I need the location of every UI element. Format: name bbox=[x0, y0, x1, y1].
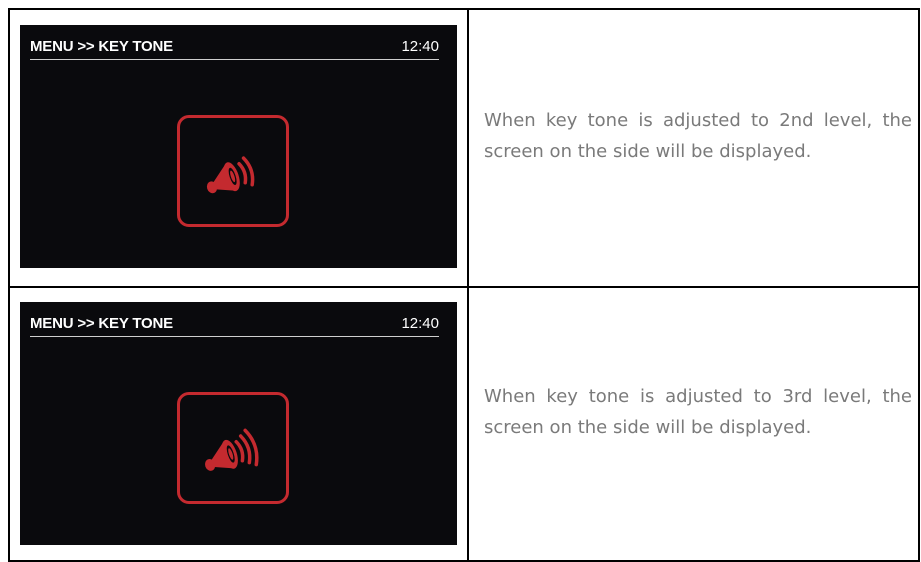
description-text: When key tone is adjusted to 2nd level, … bbox=[484, 110, 912, 162]
screen-title: MENU >> KEY TONE bbox=[30, 315, 173, 332]
screen-time: 12:40 bbox=[401, 38, 439, 55]
column-divider bbox=[467, 10, 469, 286]
key-tone-table: MENU >> KEY TONE 12:40 When key tone is … bbox=[8, 8, 920, 562]
title-underline bbox=[30, 336, 439, 337]
device-screen: MENU >> KEY TONE 12:40 bbox=[20, 25, 457, 268]
table-row: MENU >> KEY TONE 12:40 When key tone is … bbox=[8, 8, 920, 286]
screen-title: MENU >> KEY TONE bbox=[30, 38, 173, 55]
title-underline bbox=[30, 59, 439, 60]
screen-time: 12:40 bbox=[401, 315, 439, 332]
column-divider bbox=[467, 288, 469, 560]
table-row: MENU >> KEY TONE 12:40 When key tone is … bbox=[8, 286, 920, 562]
speaker-level-3-icon bbox=[204, 428, 259, 471]
description-text: When key tone is adjusted to 3rd level, … bbox=[484, 386, 912, 438]
key-tone-icon-frame bbox=[177, 115, 289, 227]
device-screen: MENU >> KEY TONE 12:40 bbox=[20, 302, 457, 545]
speaker-level-2-icon bbox=[206, 156, 255, 194]
key-tone-icon-frame bbox=[177, 392, 289, 504]
